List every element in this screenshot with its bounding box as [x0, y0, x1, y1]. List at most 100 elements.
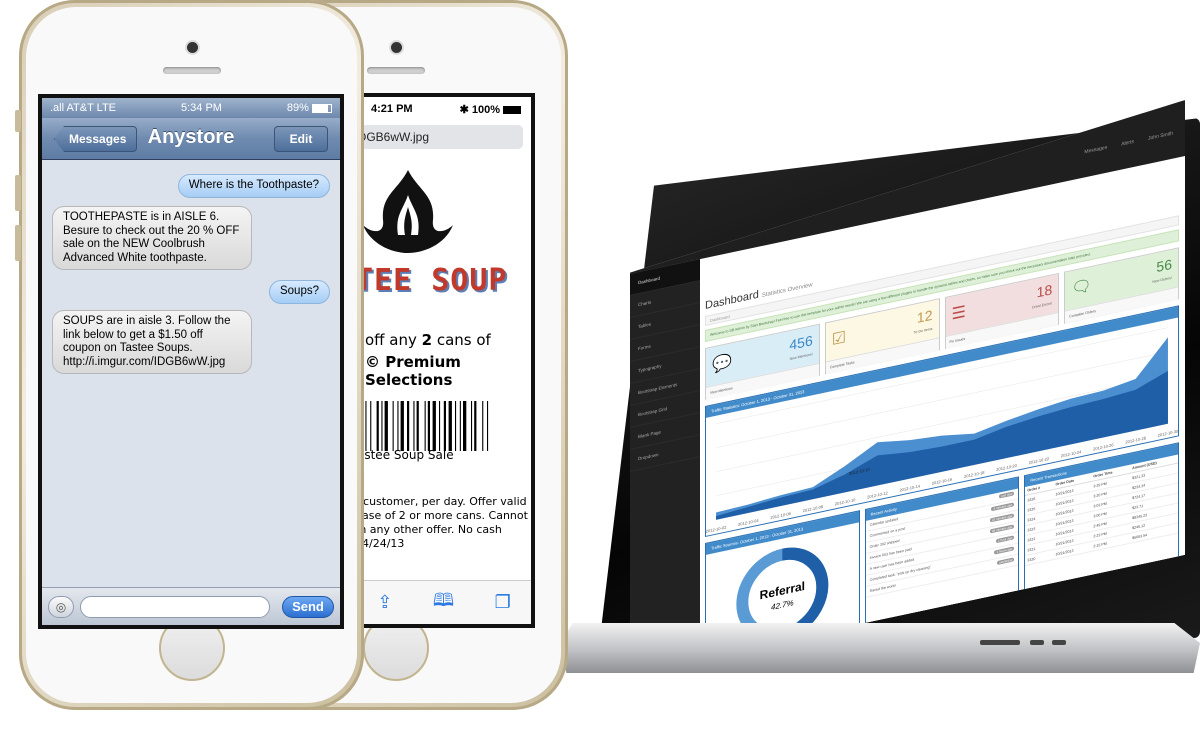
x-tick-label: 2012-10-06: [770, 511, 791, 520]
activity-time-badge: yesterday: [999, 557, 1013, 565]
barcode-bar: [381, 401, 383, 451]
message-bubble-outgoing: Where is the Toothpaste?: [177, 174, 330, 198]
safari-toolbar: ⇪ 🕮 ❐: [357, 580, 531, 624]
barcode-bar: [424, 401, 426, 451]
battery-icon: [312, 103, 332, 113]
barcode-bar: [455, 401, 457, 451]
volume-down-button: [15, 225, 21, 261]
x-tick-label: 2012-10-20: [996, 463, 1017, 472]
soup-flame-logo: [363, 170, 453, 253]
x-tick-label: 2012-10-18: [964, 470, 985, 479]
x-tick-label: 2012-10-12: [867, 490, 888, 499]
front-camera: [390, 42, 402, 53]
barcode-bar: [413, 401, 415, 451]
message-bubble-incoming: TOOTHEPASTE is in AISLE 6. Besure to che…: [52, 206, 252, 270]
barcode-bar: [432, 401, 436, 451]
barcode-bar: [370, 401, 372, 451]
laptop-port: [1052, 640, 1066, 645]
barcode: [359, 401, 489, 451]
send-button[interactable]: Send: [282, 596, 334, 618]
activity-text: Saved the world: [869, 583, 896, 594]
x-tick-label: 2012-10-16: [932, 476, 953, 485]
message-thread: Where is the Toothpaste? TOOTHEPASTE is …: [42, 160, 340, 581]
stat-label: New Mentions!: [789, 352, 813, 362]
front-camera: [186, 42, 198, 53]
x-tick-label: 2012-10-30: [1158, 428, 1178, 437]
barcode-bar: [416, 401, 419, 451]
topbar-user[interactable]: John Smith: [1148, 131, 1173, 142]
barcode-bar: [448, 401, 452, 451]
compose-bar: ◎ Send: [42, 587, 340, 625]
x-tick-label: 2012-10-04: [738, 518, 759, 527]
offer-line-2: © Premium Selections: [365, 353, 461, 389]
camera-icon[interactable]: ◎: [48, 596, 74, 618]
donut-value: 42.7%: [771, 598, 794, 612]
x-tick-label: 2012-10-28: [1125, 435, 1146, 444]
tabs-icon[interactable]: ❐: [495, 592, 511, 613]
barcode-bar: [397, 401, 399, 451]
stat-value: 18: [1036, 281, 1053, 301]
x-tick-label: 2012-10-02: [706, 524, 727, 533]
address-bar[interactable]: /IDGB6wW.jpg: [357, 125, 523, 149]
topbar-alerts[interactable]: Alerts: [1121, 139, 1134, 148]
laptop-base: [560, 623, 1200, 673]
barcode-bar: [474, 401, 477, 451]
comment-icon: 🗨: [1071, 276, 1092, 299]
comments-icon: 💬: [712, 353, 732, 375]
earpiece: [366, 67, 425, 74]
barcode-bar: [384, 401, 388, 451]
activity-time-badge: just now: [1001, 491, 1013, 499]
message-input[interactable]: [80, 596, 270, 618]
stat-value: 12: [916, 306, 933, 327]
status-bar: 4:21 PM ✱ 100%: [357, 97, 531, 121]
iphone-messages: .all AT&T LTE 5:34 PM 89% Messages Anyst…: [15, 0, 364, 710]
coupon-image: TEE SOUP off any 2 cans of © Premium Sel…: [357, 155, 531, 585]
admin-sidebar: Dashboard Charts Tables Forms Typography…: [630, 259, 700, 673]
stat-label: Crawl Errors!: [1031, 301, 1053, 310]
laptop-port: [980, 640, 1020, 645]
edit-button[interactable]: Edit: [274, 126, 328, 152]
status-bar: .all AT&T LTE 5:34 PM 89%: [42, 98, 340, 118]
stat-label: New Orders!: [1152, 275, 1172, 284]
status-time: 4:21 PM: [371, 103, 413, 115]
stat-value: 456: [789, 332, 813, 354]
activity-time-badge: 2 hours ago: [996, 546, 1013, 555]
x-tick-label: 2012-10-22: [1029, 456, 1050, 465]
barcode-bar: [443, 401, 446, 451]
battery-percent: 89%: [286, 102, 309, 114]
barcode-bar: [459, 401, 461, 451]
activity-time-badge: 4 minutes ago: [993, 502, 1013, 511]
soup-brand-text: TEE SOUP: [355, 263, 508, 298]
barcode-bar: [471, 401, 473, 451]
barcode-bar: [439, 401, 441, 451]
barcode-bar: [487, 401, 489, 451]
stat-label: To-Do Items: [913, 326, 933, 335]
bookmarks-icon[interactable]: 🕮: [433, 588, 454, 618]
barcode-caption: astee Soup Sale: [357, 448, 454, 462]
laptop: Messages Alerts John Smith SB Admin Dash…: [560, 118, 1200, 678]
x-tick-label: 2012-10-10: [835, 497, 856, 506]
message-bubble-incoming: SOUPS are in aisle 3. Follow the link be…: [52, 310, 252, 374]
activity-time-badge: 1 hour ago: [997, 535, 1013, 543]
share-icon[interactable]: ⇪: [377, 592, 392, 613]
volume-up-button: [15, 175, 21, 211]
safari-screen: 4:21 PM ✱ 100% /IDGB6wW.jpg TEE SOUP off…: [353, 93, 535, 628]
mute-switch: [15, 110, 21, 132]
barcode-bar: [392, 401, 394, 451]
barcode-bar: [376, 401, 379, 451]
bluetooth-icon: ✱: [459, 103, 469, 116]
x-tick-label: 2012-10-08: [803, 504, 824, 513]
topbar-messages[interactable]: Messages: [1084, 145, 1107, 156]
messages-screen: .all AT&T LTE 5:34 PM 89% Messages Anyst…: [38, 94, 344, 629]
offer-line-1: off any 2 cans of: [365, 331, 491, 349]
stat-value: 56: [1156, 255, 1172, 276]
barcode-bar: [427, 401, 430, 451]
barcode-bar: [400, 401, 404, 451]
barcode-bar: [365, 401, 367, 451]
donut-label: Referral: [760, 579, 805, 602]
check-icon: ☑: [831, 329, 847, 350]
barcode-bar: [407, 401, 410, 451]
barcode-bar: [482, 401, 484, 451]
x-tick-label: 2012-10-26: [1093, 442, 1114, 451]
tasks-icon: ☰: [951, 303, 966, 324]
